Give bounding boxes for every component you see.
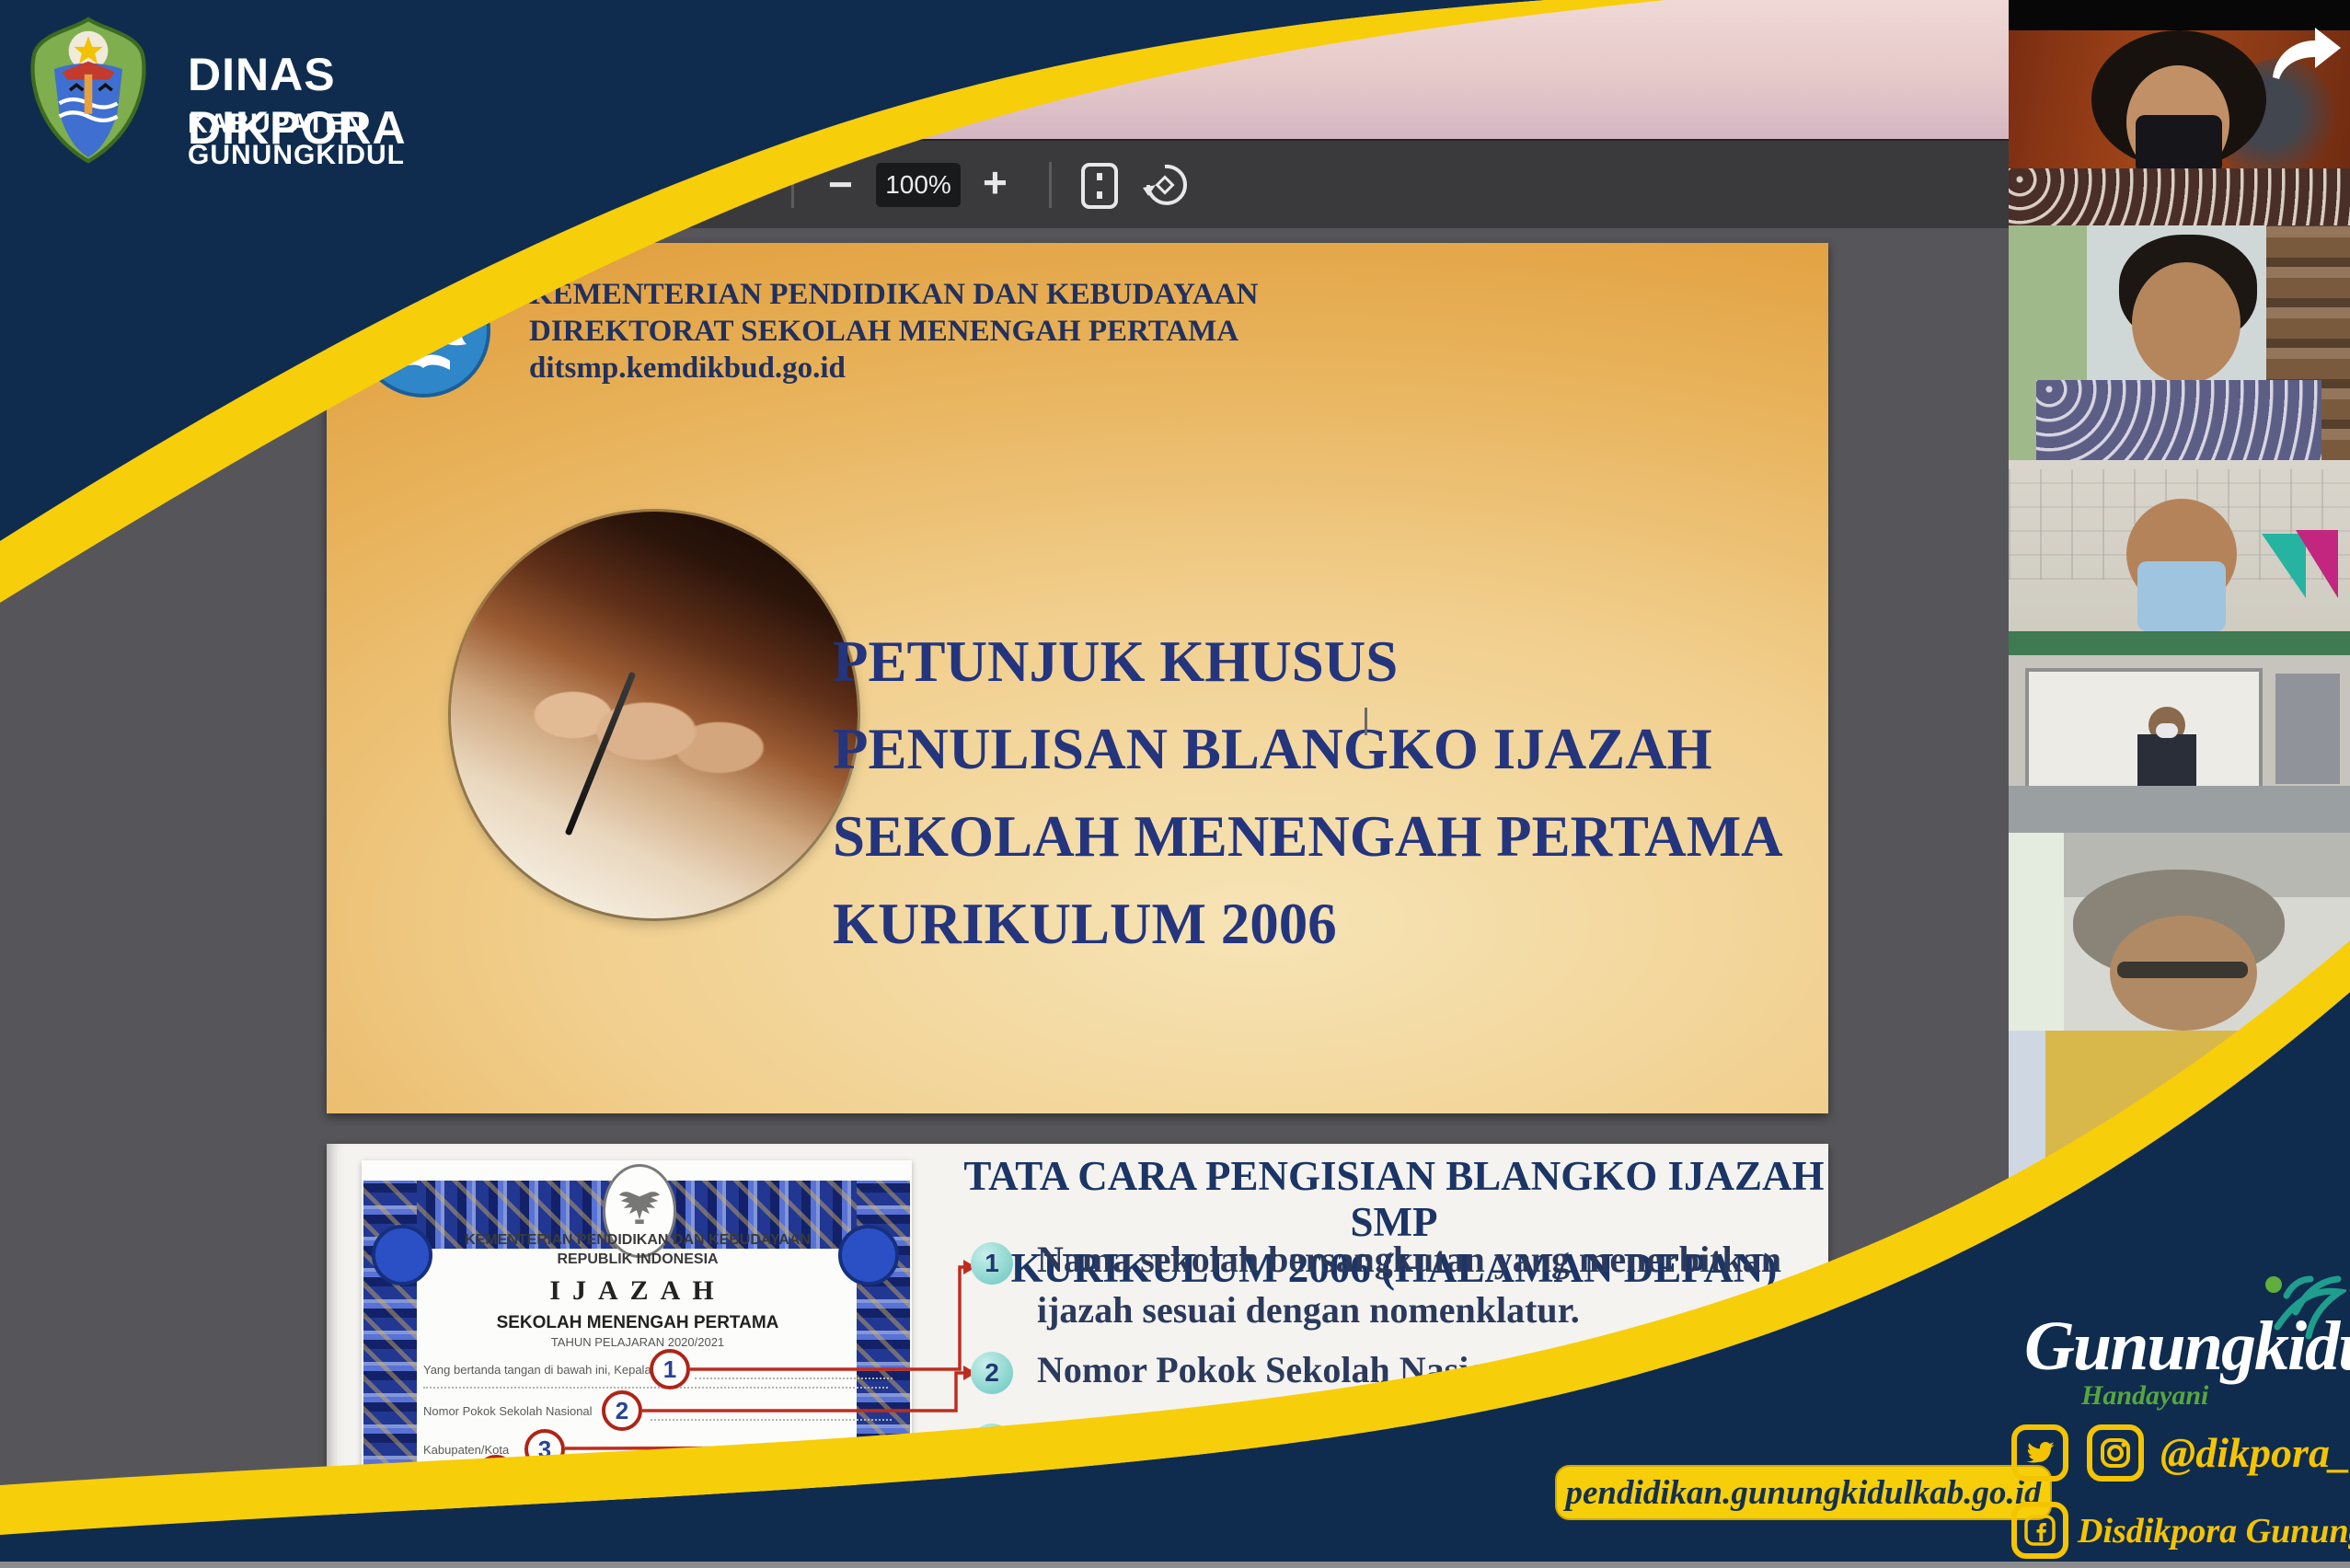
fit-to-page-icon[interactable] (1078, 157, 1121, 217)
zoom-level-box[interactable]: 100% (876, 163, 961, 207)
item1-line2: ijazah sesuai dengan nomenklatur. (1037, 1288, 1580, 1332)
item1-line1: Nama sekolah bersangkutan yang menerbitk… (1037, 1238, 1781, 1281)
glasses-art (2117, 962, 2248, 978)
item-num: 2 (985, 1358, 999, 1388)
agency-branding: DINAS DIKPORA KABUPATEN GUNUNGKIDUL (20, 17, 536, 164)
cabinet-art (2275, 674, 2340, 784)
item-num: 1 (985, 1249, 999, 1278)
face-mask-art (2136, 115, 2222, 174)
org-line2: DIREKTORAT SEKOLAH MENENGAH PERTAMA (529, 313, 1258, 350)
participant-video-2[interactable] (2009, 225, 2350, 460)
zoom-in-icon[interactable]: + (983, 161, 1008, 203)
title-line2: PENULISAN BLANGKO IJAZAH (833, 706, 1808, 793)
facebook-page-name: Disdikpora Gunungkidul (2078, 1511, 2350, 1551)
pdf-page-slide-cover: KEMENTERIAN PENDIDIKAN DAN KEBUDAYAAN DI… (327, 243, 1828, 1113)
participant-video-5[interactable] (2009, 833, 2350, 1031)
item-number-badge-1: 1 (971, 1242, 1013, 1285)
item-number-badge-2: 2 (971, 1352, 1013, 1394)
classroom-banner-art (2009, 631, 2350, 655)
toolbar-divider (1049, 162, 1052, 208)
batik-shirt-art (2036, 380, 2321, 460)
meeting-screenshare-window: 12 / 55 − 100% + (0, 0, 2350, 1568)
social-handle: @dikpora_gk (2160, 1428, 2350, 1477)
org-line1: KEMENTERIAN PENDIDIKAN DAN KEBUDAYAAN (529, 276, 1258, 313)
title-line3: SEKOLAH MENENGAH PERTAMA (833, 793, 1808, 881)
current-page: 12 (641, 169, 672, 201)
gunungkidul-coat-of-arms-icon (20, 17, 156, 168)
pennant-art (2296, 530, 2338, 598)
instagram-icon[interactable] (2087, 1424, 2144, 1482)
item3-line2: mencoret) (1037, 1468, 1196, 1511)
face-mask-art (2137, 561, 2226, 631)
slide1-header: KEMENTERIAN PENDIDIKAN DAN KEBUDAYAAN DI… (354, 261, 1642, 418)
slide1-org-lines: KEMENTERIAN PENDIDIKAN DAN KEBUDAYAAN DI… (529, 276, 1258, 386)
tut-wuri-handayani-logo-icon (354, 261, 492, 404)
website-badge: pendidikan.gunungkidulkab.go.id (1555, 1465, 2052, 1520)
hand-writing-photo (451, 512, 858, 918)
text-cursor (1365, 708, 1367, 735)
share-forward-icon[interactable] (2265, 24, 2343, 86)
slide1-title: PETUNJUK KHUSUS PENULISAN BLANGKO IJAZAH… (833, 618, 1808, 968)
item2-line1: Nomor Pokok Sekolah Nasional (NPSN) (1037, 1348, 1666, 1391)
participant-video-6[interactable] (2009, 1031, 2350, 1307)
desk-art (2009, 786, 2350, 833)
org-line3: ditsmp.kemdikbud.go.id (529, 350, 1258, 386)
rotate-icon[interactable] (1141, 157, 1189, 217)
page-number-input[interactable]: 12 (628, 163, 685, 207)
head-art (2147, 1077, 2303, 1242)
brand-tagline: Handayani (2081, 1380, 2208, 1412)
participant-video-3[interactable] (2009, 460, 2350, 631)
batik-shirt-art (2009, 168, 2350, 225)
participant-video-4[interactable] (2009, 631, 2350, 833)
slide2-title-line1: TATA CARA PENGISIAN BLANGKO IJAZAH SMP (934, 1153, 1854, 1245)
title-line4: KURIKULUM 2006 (833, 881, 1808, 968)
item-num: 3 (985, 1430, 999, 1459)
website-url: pendidikan.gunungkidulkab.go.id (1565, 1473, 2041, 1513)
agency-region: KABUPATEN GUNUNGKIDUL (188, 109, 536, 171)
facebook-icon[interactable] (2011, 1502, 2068, 1559)
face-art (2132, 262, 2241, 384)
item-number-badge-3: 3 (971, 1424, 1013, 1466)
title-line1: PETUNJUK KHUSUS (833, 618, 1808, 706)
zoom-level: 100% (885, 170, 951, 200)
item3-line1: Nama nomenklatur kabupaten/kota*) ( (1037, 1417, 1653, 1460)
face-mask-art (2156, 723, 2178, 738)
page-separator: / (699, 163, 707, 207)
total-pages: 55 (725, 163, 755, 207)
brand-name: Gunungkidul (2024, 1307, 2337, 1387)
zoom-out-icon[interactable]: − (828, 163, 853, 205)
toolbar-divider (791, 162, 794, 208)
photo-fingers-art (451, 512, 858, 918)
twitter-icon[interactable] (2011, 1424, 2068, 1482)
person-art (2137, 734, 2196, 786)
